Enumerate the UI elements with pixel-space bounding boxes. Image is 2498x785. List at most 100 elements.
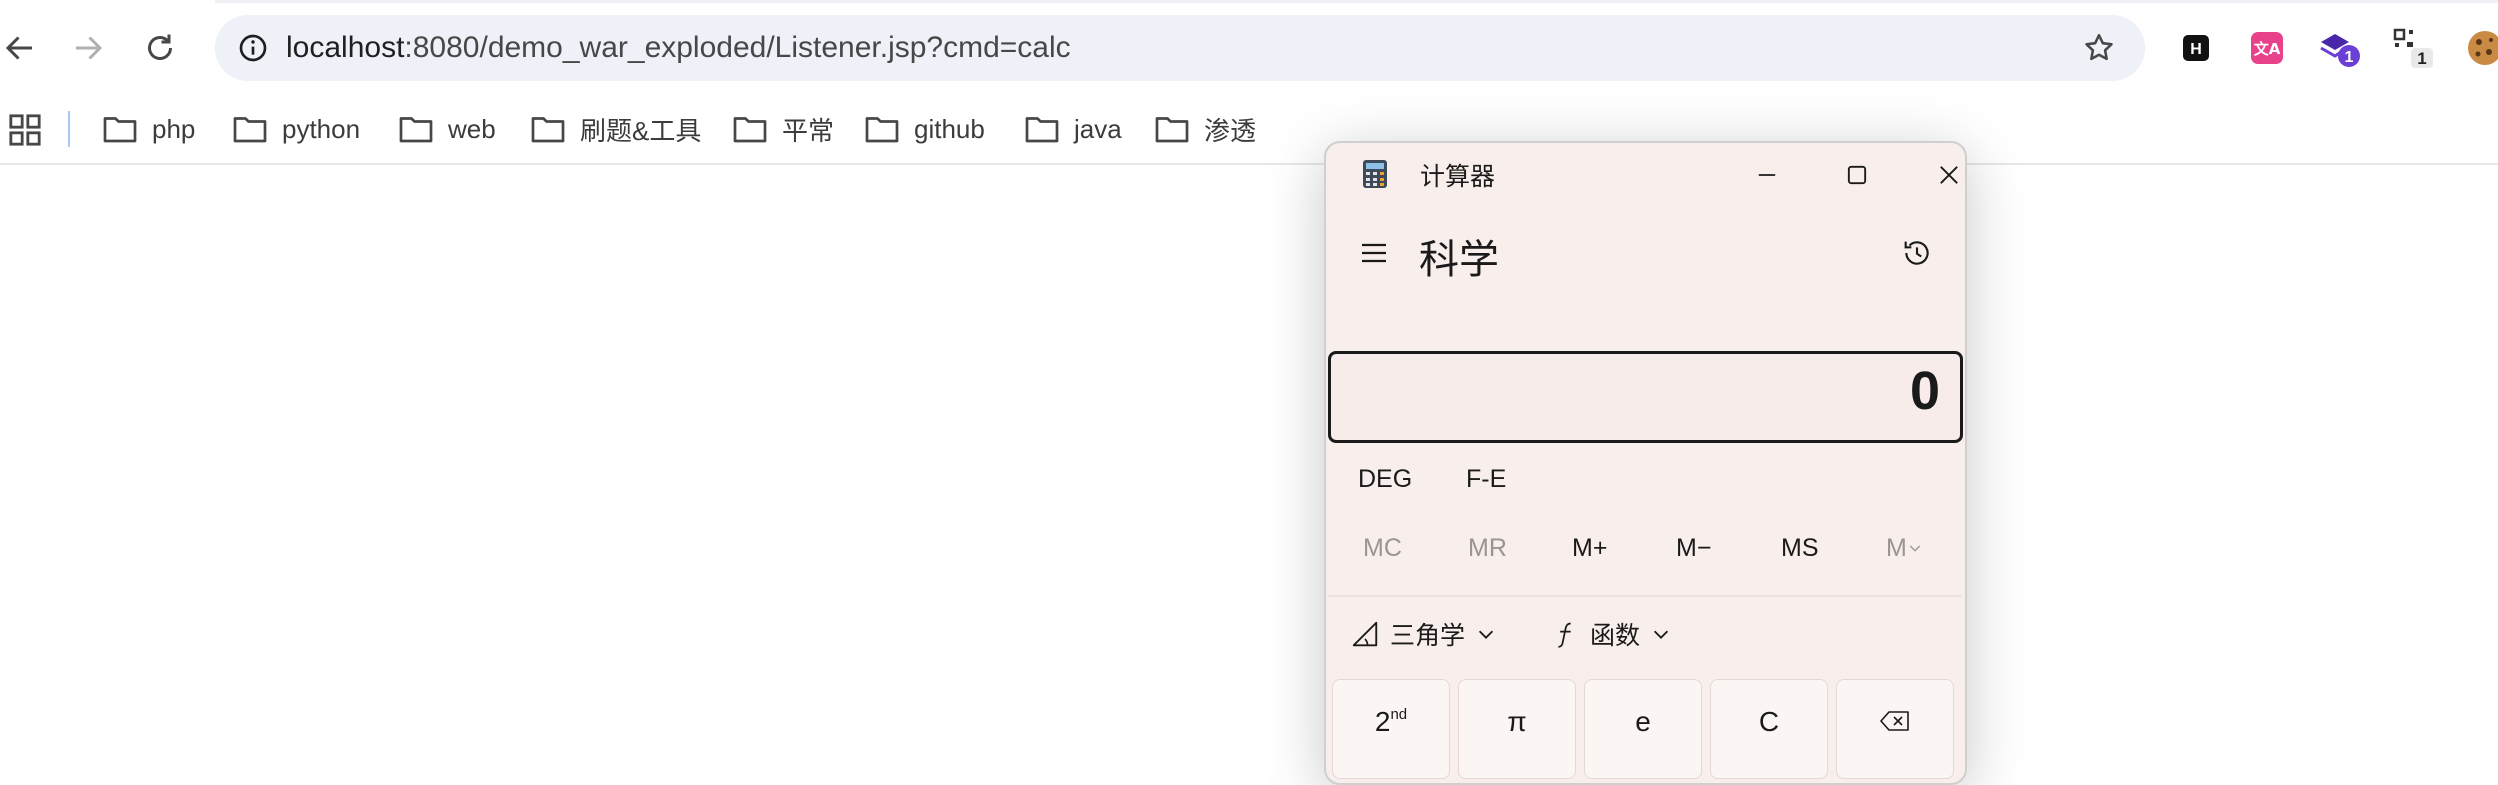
memory-add-button[interactable]: M+ (1572, 534, 1607, 563)
history-icon (1904, 241, 1929, 265)
translate-extension-button[interactable]: 文A (2244, 25, 2290, 71)
second-function-key[interactable]: 2nd (1332, 679, 1450, 779)
bookmark-label: web (448, 113, 496, 144)
browser-toolbar: localhost:8080/demo_war_exploded/Listene… (0, 0, 2498, 97)
memory-list-label: M (1886, 534, 1907, 562)
maximize-icon (1847, 165, 1867, 185)
bookmark-folder-tools[interactable]: 刷题&工具 (530, 107, 701, 151)
memory-subtract-button[interactable]: M− (1676, 534, 1711, 563)
reload-icon (148, 34, 172, 60)
folder-icon (1155, 117, 1189, 143)
cookie-extension-button[interactable] (2460, 25, 2498, 71)
bookmark-label: php (152, 113, 196, 144)
folder-icon (865, 117, 899, 143)
bookmark-folder-web[interactable]: web (398, 107, 496, 151)
stack-extension-button[interactable]: 1 (2316, 25, 2362, 71)
bookmark-folder-python[interactable]: python (232, 107, 360, 151)
pi-key-label: π (1507, 706, 1527, 737)
calculator-divider (1328, 595, 1961, 597)
calculator-titlebar[interactable]: 计算器 (1326, 143, 1965, 207)
backspace-icon (1880, 711, 1909, 731)
second-key-label: 2nd (1374, 705, 1408, 737)
stack-extension-icon: 1 (2320, 34, 2360, 67)
hamburger-icon (1362, 243, 1386, 263)
bookmark-folder-php[interactable]: php (102, 107, 195, 151)
backspace-key[interactable] (1836, 679, 1954, 779)
euler-e-key[interactable]: e (1584, 679, 1702, 779)
fixed-exponent-button[interactable]: F-E (1466, 465, 1506, 494)
svg-text:H: H (2190, 41, 2202, 58)
h-extension-icon: H (2183, 35, 2209, 61)
h-extension-button[interactable]: H (2173, 25, 2219, 71)
folder-icon (733, 117, 767, 143)
site-info-button[interactable] (229, 24, 277, 72)
navigation-menu-button[interactable] (1354, 233, 1394, 273)
bookmark-folder-daily[interactable]: 平常 (732, 107, 834, 151)
qr-extension-icon: 1 (2393, 28, 2433, 68)
bookmark-label: 刷题&工具 (580, 115, 702, 146)
bookmark-label: 平常 (782, 115, 835, 146)
calculator-title: 计算器 (1420, 163, 1496, 191)
bookmark-folder-pentest[interactable]: 渗透 (1154, 107, 1256, 151)
url-path: :8080/demo_war_exploded/Listener.jsp?cmd… (404, 31, 1071, 64)
forward-button[interactable] (62, 22, 114, 74)
url-text[interactable]: localhost:8080/demo_war_exploded/Listene… (286, 15, 1071, 81)
function-f-icon (1558, 622, 1571, 648)
e-key-label: e (1635, 706, 1651, 737)
address-bar[interactable]: localhost:8080/demo_war_exploded/Listene… (215, 15, 2145, 81)
function-dropdown[interactable]: 函数 (1552, 613, 1672, 655)
bookmarks-bar: php python web 刷题&工具 平常 github java 渗透 (0, 97, 2498, 165)
star-icon (2085, 33, 2113, 61)
triangle-ruler-icon (1352, 621, 1378, 647)
folder-icon (103, 117, 137, 143)
calculator-app-icon (1363, 160, 1387, 188)
bookmark-folder-java[interactable]: java (1024, 107, 1122, 151)
chevron-down-icon (1478, 630, 1494, 639)
arrow-right-icon (76, 36, 103, 60)
memory-list-button[interactable]: M (1886, 534, 1923, 563)
calculator-window: 计算器 科学 0 DEG F-E MC MR M+ M− MS M 三角学 函数… (1324, 141, 1967, 785)
memory-store-button[interactable]: MS (1781, 534, 1819, 563)
apps-grid-icon[interactable] (8, 113, 42, 147)
function-label: 函数 (1590, 622, 1641, 650)
bookmark-label: 渗透 (1204, 115, 1257, 146)
trigonometry-dropdown[interactable]: 三角学 (1350, 613, 1497, 655)
calculator-mode-title: 科学 (1419, 238, 1499, 282)
svg-text:1: 1 (2417, 49, 2426, 68)
bookmark-label: python (282, 113, 361, 144)
svg-text:文A: 文A (2254, 40, 2281, 58)
display-value: 0 (1909, 361, 1940, 421)
folder-icon (233, 117, 267, 143)
minimize-icon (1758, 174, 1776, 176)
memory-recall-button[interactable]: MR (1468, 534, 1507, 563)
angle-mode-button[interactable]: DEG (1358, 465, 1412, 494)
bookmark-label: github (914, 113, 985, 144)
close-icon (1940, 166, 1958, 184)
back-button[interactable] (0, 22, 46, 74)
folder-icon (1025, 117, 1059, 143)
clear-key[interactable]: C (1710, 679, 1828, 779)
history-button[interactable] (1897, 233, 1937, 273)
maximize-button[interactable] (1827, 153, 1887, 197)
bookmarks-separator (68, 111, 70, 147)
clear-key-label: C (1758, 706, 1780, 737)
chevron-down-icon (1653, 630, 1669, 639)
url-host: localhost (286, 31, 405, 64)
trigonometry-label: 三角学 (1390, 622, 1466, 650)
qr-extension-button[interactable]: 1 (2390, 25, 2436, 71)
minimize-button[interactable] (1737, 153, 1797, 197)
reload-button[interactable] (134, 22, 186, 74)
calculator-display: 0 (1328, 351, 1963, 443)
chevron-down-icon (1909, 545, 1920, 552)
translate-extension-icon: 文A (2251, 32, 2283, 64)
bookmark-label: java (1074, 113, 1122, 144)
bookmark-folder-github[interactable]: github (864, 107, 985, 151)
memory-clear-button[interactable]: MC (1363, 534, 1402, 563)
info-icon (239, 34, 267, 62)
close-button[interactable] (1919, 153, 1965, 197)
pi-key[interactable]: π (1458, 679, 1576, 779)
bookmark-star-button[interactable] (2075, 24, 2123, 72)
cookie-extension-icon (2468, 31, 2498, 65)
folder-icon (399, 117, 433, 143)
folder-icon (531, 117, 565, 143)
